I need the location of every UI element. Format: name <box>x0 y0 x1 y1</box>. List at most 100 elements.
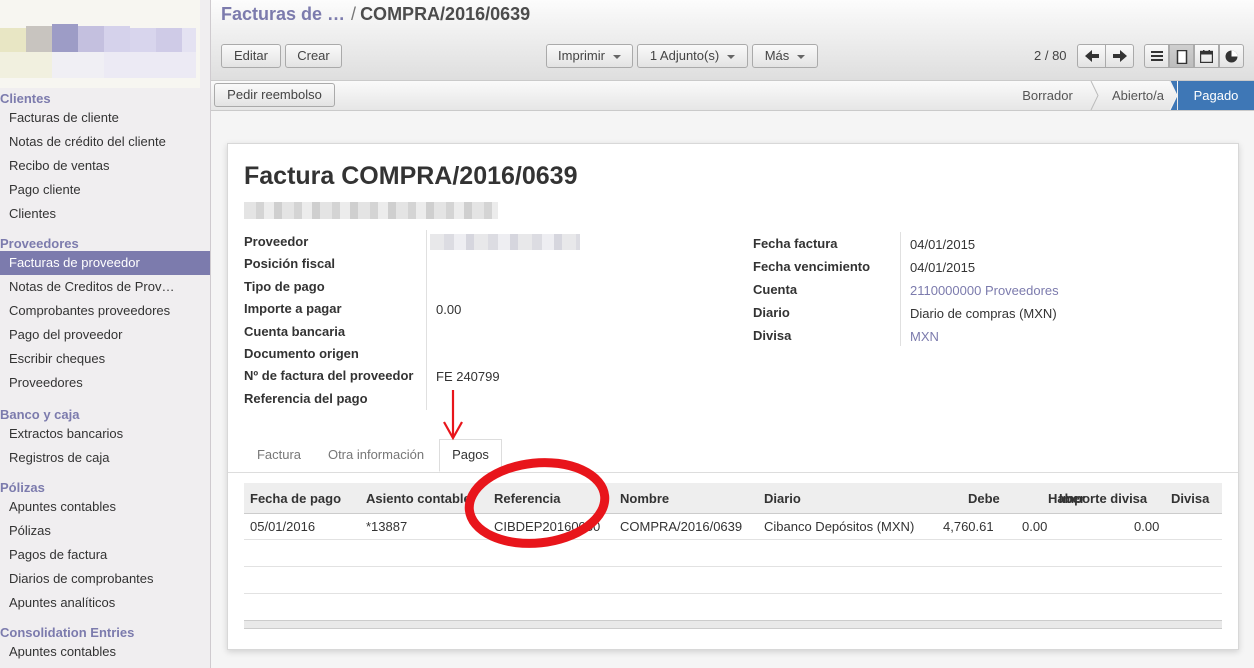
cell-importe-divisa: 0.00 <box>1134 519 1160 534</box>
table-footer <box>244 620 1222 629</box>
field-label-importe-a-pagar: Importe a pagar <box>244 301 342 317</box>
sidebar-item-notas-de-creditos-de-prov[interactable]: Notas de Creditos de Prov… <box>0 275 210 299</box>
tab-pagos[interactable]: Pagos <box>439 439 502 472</box>
cell-diario: Cibanco Depósitos (MXN) <box>764 519 915 534</box>
column-header-debe[interactable]: Debe <box>968 483 1000 513</box>
arrow-left-icon <box>1084 50 1099 62</box>
sidebar-item-apuntes-contables[interactable]: Apuntes contables <box>0 495 210 519</box>
sidebar-item-extractos-bancarios[interactable]: Extractos bancarios <box>0 422 210 446</box>
field-label-documento-origen: Documento origen <box>244 346 359 361</box>
field-value-n-de-factura-del-proveedor[interactable]: FE 240799 <box>436 369 500 384</box>
sidebar-item-clientes[interactable]: Clientes <box>0 202 210 226</box>
breadcrumb-current: COMPRA/2016/0639 <box>360 4 531 24</box>
sidebar-item-proveedores[interactable]: Proveedores <box>0 371 210 395</box>
more-label: Más <box>764 48 790 63</box>
field-value-fecha-vencimiento: 04/01/2015 <box>910 260 976 275</box>
sidebar-item-pago-del-proveedor[interactable]: Pago del proveedor <box>0 323 210 347</box>
sidebar-item-escribir-cheques[interactable]: Escribir cheques <box>0 347 210 371</box>
arrow-right-icon <box>1112 50 1127 62</box>
breadcrumb: Facturas de … / COMPRA/2016/0639 <box>221 4 530 25</box>
sidebar-item-polizas[interactable]: Pólizas <box>0 519 210 543</box>
sidebar-item-notas-de-credito-del-cliente[interactable]: Notas de crédito del cliente <box>0 130 210 154</box>
chevron-down-icon <box>727 54 736 59</box>
row-divider <box>244 539 1222 540</box>
more-dropdown[interactable]: Más <box>752 44 818 68</box>
tab-factura[interactable]: Factura <box>244 438 314 472</box>
sidebar-item-comprobantes-proveedores[interactable]: Comprobantes proveedores <box>0 299 210 323</box>
cell-referencia: CIBDEP20160080 <box>494 519 601 534</box>
field-label-tipo-de-pago: Tipo de pago <box>244 278 325 294</box>
column-header-diario[interactable]: Diario <box>764 483 801 513</box>
field-value-divisa[interactable]: MXN <box>910 329 939 344</box>
field-divider <box>426 230 427 410</box>
sidebar-item-registros-de-caja[interactable]: Registros de caja <box>0 446 210 470</box>
field-value-fecha-factura: 04/01/2015 <box>910 237 976 252</box>
pager-previous-button[interactable] <box>1077 44 1106 68</box>
field-value-importe-a-pagar[interactable]: 0.00 <box>436 302 461 317</box>
field-label-referencia-del-pago: Referencia del pago <box>244 390 368 406</box>
invoice-form-sheet: Factura COMPRA/2016/0639 Proveedor Posici… <box>227 143 1239 650</box>
field-label-n-de-factura-del-proveedor: Nº de factura del proveedor <box>244 368 414 384</box>
column-header-importe-divisa[interactable]: Importe divisa <box>1059 483 1147 513</box>
field-label-diario: Diario <box>753 305 790 320</box>
sidebar-item-recibo-de-ventas[interactable]: Recibo de ventas <box>0 154 210 178</box>
field-label-posicion-fiscal: Posición fiscal <box>244 256 336 272</box>
field-value-diario: Diario de compras (MXN) <box>910 306 1057 321</box>
pager-next-button[interactable] <box>1105 44 1134 68</box>
table-row[interactable]: 05/01/2016 *13887 CIBDEP20160080 COMPRA/201… <box>244 513 1222 539</box>
field-divider <box>900 232 901 346</box>
stage-chevron-separators <box>1090 81 1178 110</box>
sidebar-item-diarios-de-comprobantes[interactable]: Diarios de comprobantes <box>0 567 210 591</box>
field-label-fecha-vencimiento: Fecha vencimiento <box>753 259 871 274</box>
table-header: Fecha de pago Asiento contable Referencia N… <box>244 483 1222 514</box>
field-value-cuenta[interactable]: 2110000000 Proveedores <box>910 283 1059 298</box>
sidebar-section-proveedores: Proveedores <box>0 236 79 251</box>
status-bar: Pedir reembolso Borrador Abierto/a Pagado <box>211 81 1254 111</box>
column-header-fecha-de-pago[interactable]: Fecha de pago <box>250 483 341 513</box>
sidebar-item-facturas-de-cliente[interactable]: Facturas de cliente <box>0 106 210 130</box>
list-view-icon <box>1150 51 1163 61</box>
attachments-label: 1 Adjunto(s) <box>649 48 720 63</box>
calendar-icon <box>1199 50 1214 64</box>
sidebar-item-apuntes-analiticos[interactable]: Apuntes analíticos <box>0 591 210 615</box>
cell-debe: 4,760.61 <box>943 519 994 534</box>
cell-nombre: COMPRA/2016/0639 <box>620 519 743 534</box>
tab-otra-informacion[interactable]: Otra información <box>320 438 432 472</box>
form-view-icon <box>1176 49 1187 65</box>
sidebar-section-consolidation-entries: Consolidation Entries <box>0 625 135 640</box>
request-refund-button[interactable]: Pedir reembolso <box>214 83 335 107</box>
column-header-divisa[interactable]: Divisa <box>1171 483 1209 513</box>
breadcrumb-parent-link[interactable]: Facturas de … <box>221 4 345 24</box>
print-dropdown[interactable]: Imprimir <box>546 44 633 68</box>
column-header-asiento-contable[interactable]: Asiento contable <box>366 483 471 513</box>
field-label-divisa: Divisa <box>753 328 792 343</box>
graph-view-button[interactable] <box>1219 44 1244 68</box>
column-header-referencia[interactable]: Referencia <box>494 483 560 513</box>
pie-chart-icon <box>1225 50 1238 63</box>
sidebar-item-apuntes-contables[interactable]: Apuntes contables <box>0 640 210 664</box>
sidebar-item-pagos-de-factura[interactable]: Pagos de factura <box>0 543 210 567</box>
pager-counter[interactable]: 2 / 80 <box>1034 48 1067 63</box>
column-header-nombre[interactable]: Nombre <box>620 483 669 513</box>
field-label-proveedor: Proveedor <box>244 234 309 249</box>
chevron-down-icon <box>797 54 806 59</box>
field-label-cuenta-bancaria: Cuenta bancaria <box>244 323 346 339</box>
redacted-supplier-name <box>244 202 498 219</box>
field-label-fecha-factura: Fecha factura <box>753 236 838 251</box>
sidebar: Clientes Facturas de cliente Notas de créd… <box>0 0 211 668</box>
invoice-title: Factura COMPRA/2016/0639 <box>244 162 578 190</box>
edit-button[interactable]: Editar <box>221 44 281 68</box>
sidebar-item-facturas-de-proveedor[interactable]: Facturas de proveedor <box>0 251 210 275</box>
row-divider <box>244 566 1222 567</box>
list-view-button[interactable] <box>1144 44 1169 68</box>
form-view-button[interactable] <box>1169 44 1194 68</box>
sidebar-item-pago-cliente[interactable]: Pago cliente <box>0 178 210 202</box>
redacted-supplier-field <box>430 234 580 250</box>
company-logo[interactable] <box>0 0 210 88</box>
row-divider <box>244 593 1222 594</box>
calendar-view-button[interactable] <box>1194 44 1219 68</box>
chevron-down-icon <box>612 54 621 59</box>
cell-asiento-contable: *13887 <box>366 519 408 534</box>
attachments-dropdown[interactable]: 1 Adjunto(s) <box>637 44 748 68</box>
create-button[interactable]: Crear <box>285 44 342 68</box>
